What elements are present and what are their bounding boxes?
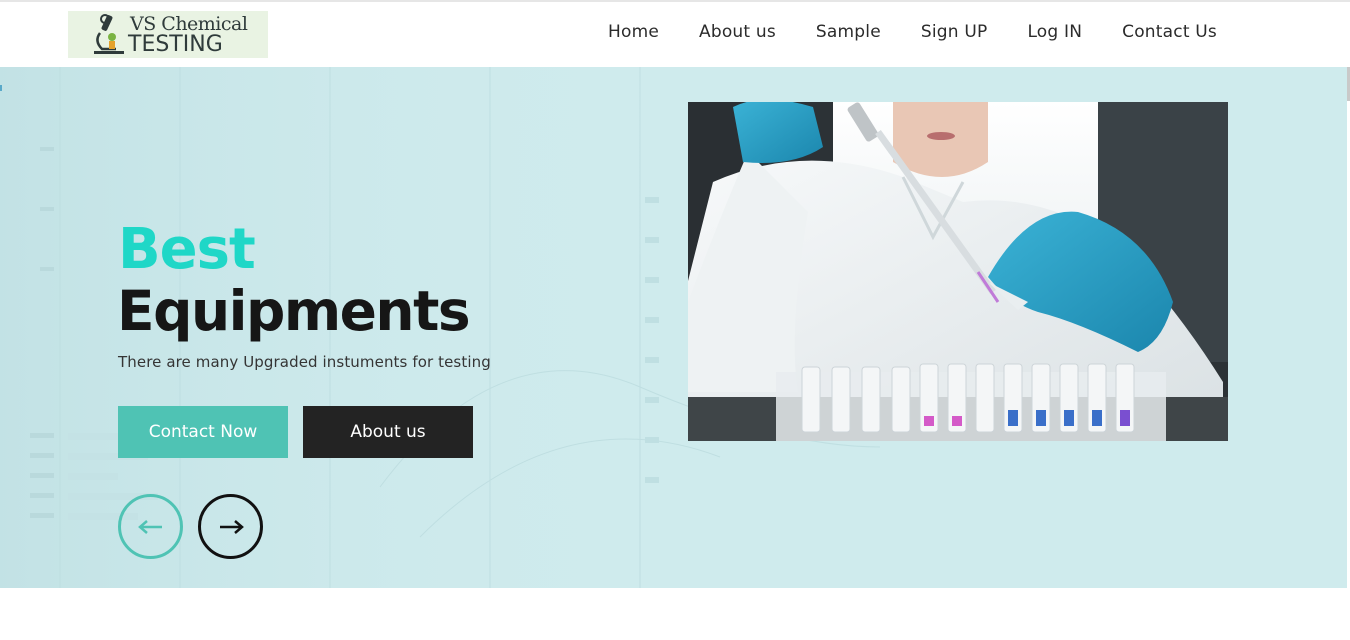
hero-image-lab-scientist [688,102,1228,441]
nav-sample[interactable]: Sample [816,22,881,42]
brand-logo[interactable]: VS Chemical TESTING [68,11,268,58]
nav-sign-up[interactable]: Sign UP [921,22,988,42]
nav-log-in[interactable]: Log IN [1027,22,1082,42]
brand-name-line2: TESTING [128,32,223,57]
arrow-left-icon [137,519,162,534]
microscope-icon [94,14,124,54]
slider-prev-button[interactable] [118,494,183,559]
hero-headline-accent: Best [118,217,256,282]
hero-slider: Best Equipments There are many Upgraded … [0,67,1347,588]
hero-headline: Equipments [117,279,471,343]
slider-next-button[interactable] [198,494,263,559]
arrow-right-icon [219,519,244,534]
nav-about-us[interactable]: About us [699,22,776,42]
nav-home[interactable]: Home [608,22,659,42]
site-header: VS Chemical TESTING Home About us Sample… [0,2,1350,67]
hero-subtitle: There are many Upgraded instuments for t… [118,353,491,371]
contact-now-button[interactable]: Contact Now [118,406,288,458]
main-nav: Home About us Sample Sign UP Log IN Cont… [568,22,1217,42]
nav-contact-us[interactable]: Contact Us [1122,22,1217,42]
about-us-button[interactable]: About us [303,406,473,458]
